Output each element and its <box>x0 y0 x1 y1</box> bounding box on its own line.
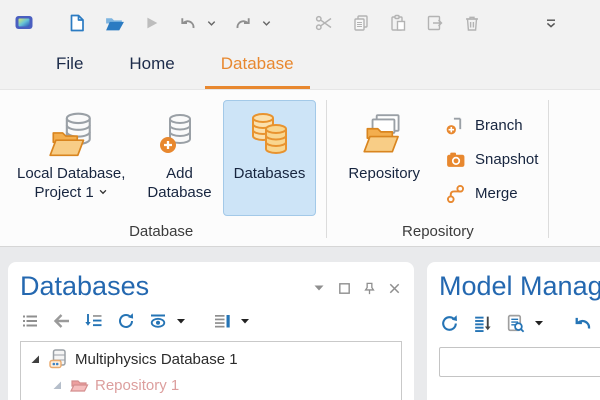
comsol-window: File Home Database <box>0 0 600 400</box>
snapshot-label: Snapshot <box>475 151 538 168</box>
model-manager-panel: Model Manager <box>427 262 600 400</box>
model-manager-search-input[interactable] <box>439 347 600 377</box>
tree-row-multiphysics-database[interactable]: Multiphysics Database 1 <box>21 346 401 372</box>
local-database-button[interactable]: Local Database, Project 1 <box>6 100 136 216</box>
preview-dropdown-icon[interactable] <box>534 312 544 334</box>
preview-icon[interactable] <box>505 312 526 334</box>
database-server-icon <box>47 348 69 370</box>
show-hide-dropdown-icon[interactable] <box>176 310 186 332</box>
sort-icon[interactable] <box>472 312 493 334</box>
snapshot-button[interactable]: Snapshot <box>445 144 538 174</box>
delete-icon[interactable] <box>460 11 484 35</box>
undo-icon[interactable] <box>572 312 594 334</box>
add-database-icon <box>156 106 204 164</box>
repository-button[interactable]: Repository <box>337 100 431 216</box>
ribbon-tab-bar: File Home Database <box>0 46 600 90</box>
expand-toggle-icon <box>51 379 63 391</box>
duplicate-icon[interactable] <box>423 11 447 35</box>
show-hide-icon[interactable] <box>148 310 168 332</box>
databases-icon <box>245 106 293 164</box>
databases-panel: Databases <box>8 262 414 400</box>
group-label-repository: Repository <box>402 221 474 246</box>
go-back-icon[interactable] <box>52 310 72 332</box>
model-manager-panel-title: Model Manager <box>439 270 600 302</box>
merge-icon <box>445 183 466 204</box>
tab-file[interactable]: File <box>40 54 99 89</box>
repository-folder-icon <box>69 375 89 395</box>
ribbon-group-database: Local Database, Project 1 <box>6 100 316 246</box>
tab-home[interactable]: Home <box>113 54 190 89</box>
redo-icon[interactable] <box>231 11 255 35</box>
open-file-icon[interactable] <box>102 11 126 35</box>
columns-dropdown-icon[interactable] <box>240 310 250 332</box>
ribbon-group-separator-2 <box>548 100 549 238</box>
list-view-icon[interactable] <box>20 310 40 332</box>
app-logo-icon[interactable] <box>12 11 36 35</box>
tree-row-repository-1[interactable]: Repository 1 <box>21 372 401 398</box>
model-manager-toolbar <box>439 312 600 334</box>
panel-collapse-icon[interactable] <box>311 280 327 296</box>
copy-icon[interactable] <box>349 11 373 35</box>
databases-tree: Multiphysics Database 1 Repository 1 <box>20 341 402 400</box>
panel-close-icon[interactable] <box>386 280 402 296</box>
undo-icon[interactable] <box>176 11 200 35</box>
branch-button[interactable]: Branch <box>445 110 538 140</box>
tree-row-label: Repository 1 <box>95 377 179 394</box>
local-database-icon <box>46 106 96 164</box>
ribbon-group-repository: Repository Branch Snapshot Merge <box>337 100 538 246</box>
repository-label: Repository <box>348 164 420 183</box>
panel-float-icon[interactable] <box>336 280 352 296</box>
ribbon-database: Local Database, Project 1 <box>0 90 600 247</box>
cut-icon[interactable] <box>312 11 336 35</box>
repository-icon <box>359 106 409 164</box>
snapshot-camera-icon <box>445 149 466 170</box>
merge-button[interactable]: Merge <box>445 178 538 208</box>
paste-icon[interactable] <box>386 11 410 35</box>
chevron-down-icon <box>98 187 108 197</box>
add-database-label-line2: Database <box>147 183 211 202</box>
tree-row-label: Multiphysics Database 1 <box>75 351 238 368</box>
databases-label: Databases <box>234 164 306 183</box>
quick-access-toolbar <box>0 0 600 46</box>
tab-database[interactable]: Database <box>205 54 310 89</box>
branch-add-icon <box>445 115 466 136</box>
ribbon-group-separator <box>326 100 327 238</box>
workspace: Databases <box>0 247 600 400</box>
panel-pin-icon[interactable] <box>361 280 377 296</box>
refresh-icon[interactable] <box>116 310 136 332</box>
columns-icon[interactable] <box>212 310 232 332</box>
redo-dropdown-icon[interactable] <box>259 11 273 35</box>
branch-label: Branch <box>475 117 523 134</box>
merge-label: Merge <box>475 185 518 202</box>
go-to-node-icon[interactable] <box>84 310 104 332</box>
new-file-icon[interactable] <box>65 11 89 35</box>
databases-panel-controls <box>311 280 402 296</box>
add-database-button[interactable]: Add Database <box>136 100 222 216</box>
add-database-label-line1: Add <box>166 164 193 183</box>
toolbar-overflow-icon[interactable] <box>539 11 563 35</box>
local-database-label-line1: Local Database, <box>17 164 125 183</box>
undo-dropdown-icon[interactable] <box>204 11 218 35</box>
run-icon[interactable] <box>139 11 163 35</box>
databases-panel-toolbar <box>20 310 402 332</box>
group-label-database: Database <box>129 221 193 246</box>
refresh-icon[interactable] <box>439 312 460 334</box>
repository-small-buttons: Branch Snapshot Merge <box>445 100 538 210</box>
expand-toggle-icon <box>29 353 41 365</box>
local-database-label-line2: Project 1 <box>35 183 108 202</box>
databases-button[interactable]: Databases <box>223 100 317 216</box>
